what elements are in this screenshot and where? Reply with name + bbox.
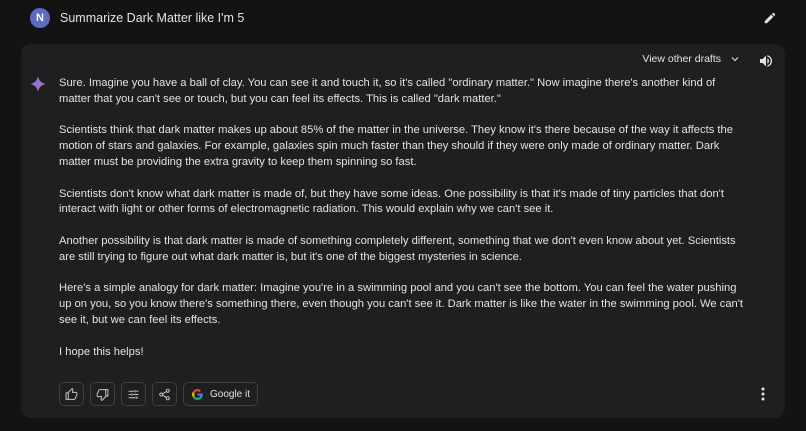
more-vert-icon: [761, 387, 765, 401]
google-it-label: Google it: [210, 388, 251, 400]
prompt-row: N Summarize Dark Matter like I'm 5: [0, 0, 806, 40]
share-button[interactable]: [152, 382, 177, 406]
response-paragraph: I hope this helps!: [59, 345, 144, 358]
thumbs-down-icon: [96, 388, 109, 401]
response-paragraph: Sure. Imagine you have a ball of clay. Y…: [59, 77, 716, 105]
modify-response-button[interactable]: [121, 382, 146, 406]
chevron-down-icon: [731, 57, 739, 62]
listen-button[interactable]: [757, 52, 775, 70]
thumbs-up-icon: [65, 387, 78, 400]
view-other-drafts-label: View other drafts: [642, 53, 721, 65]
prompt-text: Summarize Dark Matter like I'm 5: [60, 11, 245, 25]
speaker-icon: [760, 55, 773, 67]
response-text: Sure. Imagine you have a ball of clay. Y…: [59, 76, 749, 376]
sparkle-icon: [29, 75, 47, 93]
google-it-button[interactable]: Google it: [183, 382, 259, 406]
response-paragraph: Here's a simple analogy for dark matter:…: [59, 282, 744, 326]
edit-prompt-button[interactable]: [760, 8, 780, 28]
response-paragraph: Another possibility is that dark matter …: [59, 234, 736, 263]
share-icon: [159, 388, 170, 400]
google-g-icon: [192, 388, 203, 400]
response-card: View other drafts Sure. Imagine you have…: [21, 44, 785, 418]
tune-icon: [128, 389, 139, 399]
response-paragraph: Scientists don't know what dark matter i…: [59, 187, 724, 216]
avatar: N: [30, 8, 50, 28]
response-paragraph: Scientists think that dark matter makes …: [59, 124, 733, 168]
pencil-icon: [764, 12, 776, 24]
view-other-drafts-button[interactable]: View other drafts: [642, 53, 741, 65]
more-options-button[interactable]: [755, 384, 771, 404]
response-actions: Google it: [59, 382, 259, 406]
thumbs-down-button[interactable]: [90, 382, 115, 406]
thumbs-up-button[interactable]: [59, 382, 84, 406]
